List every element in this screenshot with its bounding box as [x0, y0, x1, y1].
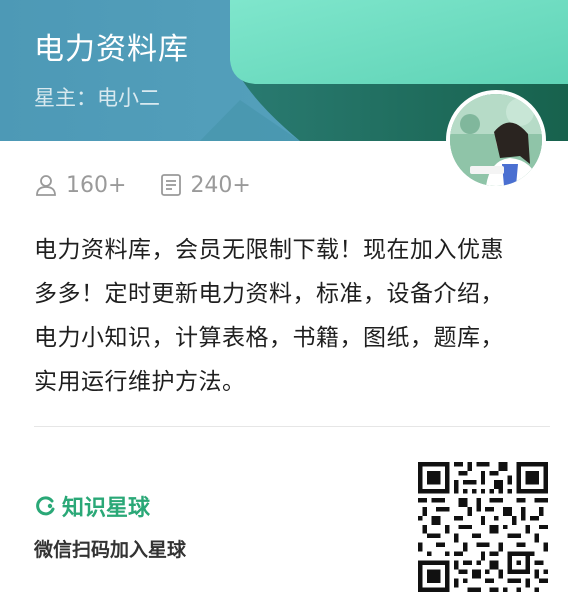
qr-code[interactable]	[418, 462, 548, 592]
divider	[34, 426, 550, 427]
group-stats: 160+ 240+	[34, 168, 285, 202]
brand-name: 知识星球	[62, 496, 151, 521]
description-line: 多多！定时更新电力资料，标准，设备介绍，	[34, 281, 504, 307]
description-line: 电力资料库，会员无限制下载！现在加入优惠	[34, 237, 504, 263]
posts-stat: 240+	[160, 172, 251, 198]
description-line: 实用运行维护方法。	[34, 369, 246, 395]
group-owner: 星主：电小二	[34, 86, 160, 110]
group-title: 电力资料库	[34, 32, 189, 67]
description-line: 电力小知识，计算表格，书籍，图纸，题库，	[34, 325, 504, 351]
document-icon	[161, 174, 182, 196]
user-icon	[36, 175, 56, 196]
owner-avatar[interactable]	[446, 90, 546, 190]
group-description: 电力资料库，会员无限制下载！现在加入优惠 多多！定时更新电力资料，标准，设备介绍…	[34, 228, 554, 404]
join-instruction: 微信扫码加入星球	[34, 539, 187, 561]
members-stat: 160+	[34, 173, 126, 198]
brand-logo: 知识星球	[34, 490, 150, 522]
members-count: 160+	[66, 172, 127, 198]
planet-ring-icon	[36, 496, 55, 516]
posts-count: 240+	[190, 172, 251, 198]
avatar-image	[450, 94, 542, 186]
